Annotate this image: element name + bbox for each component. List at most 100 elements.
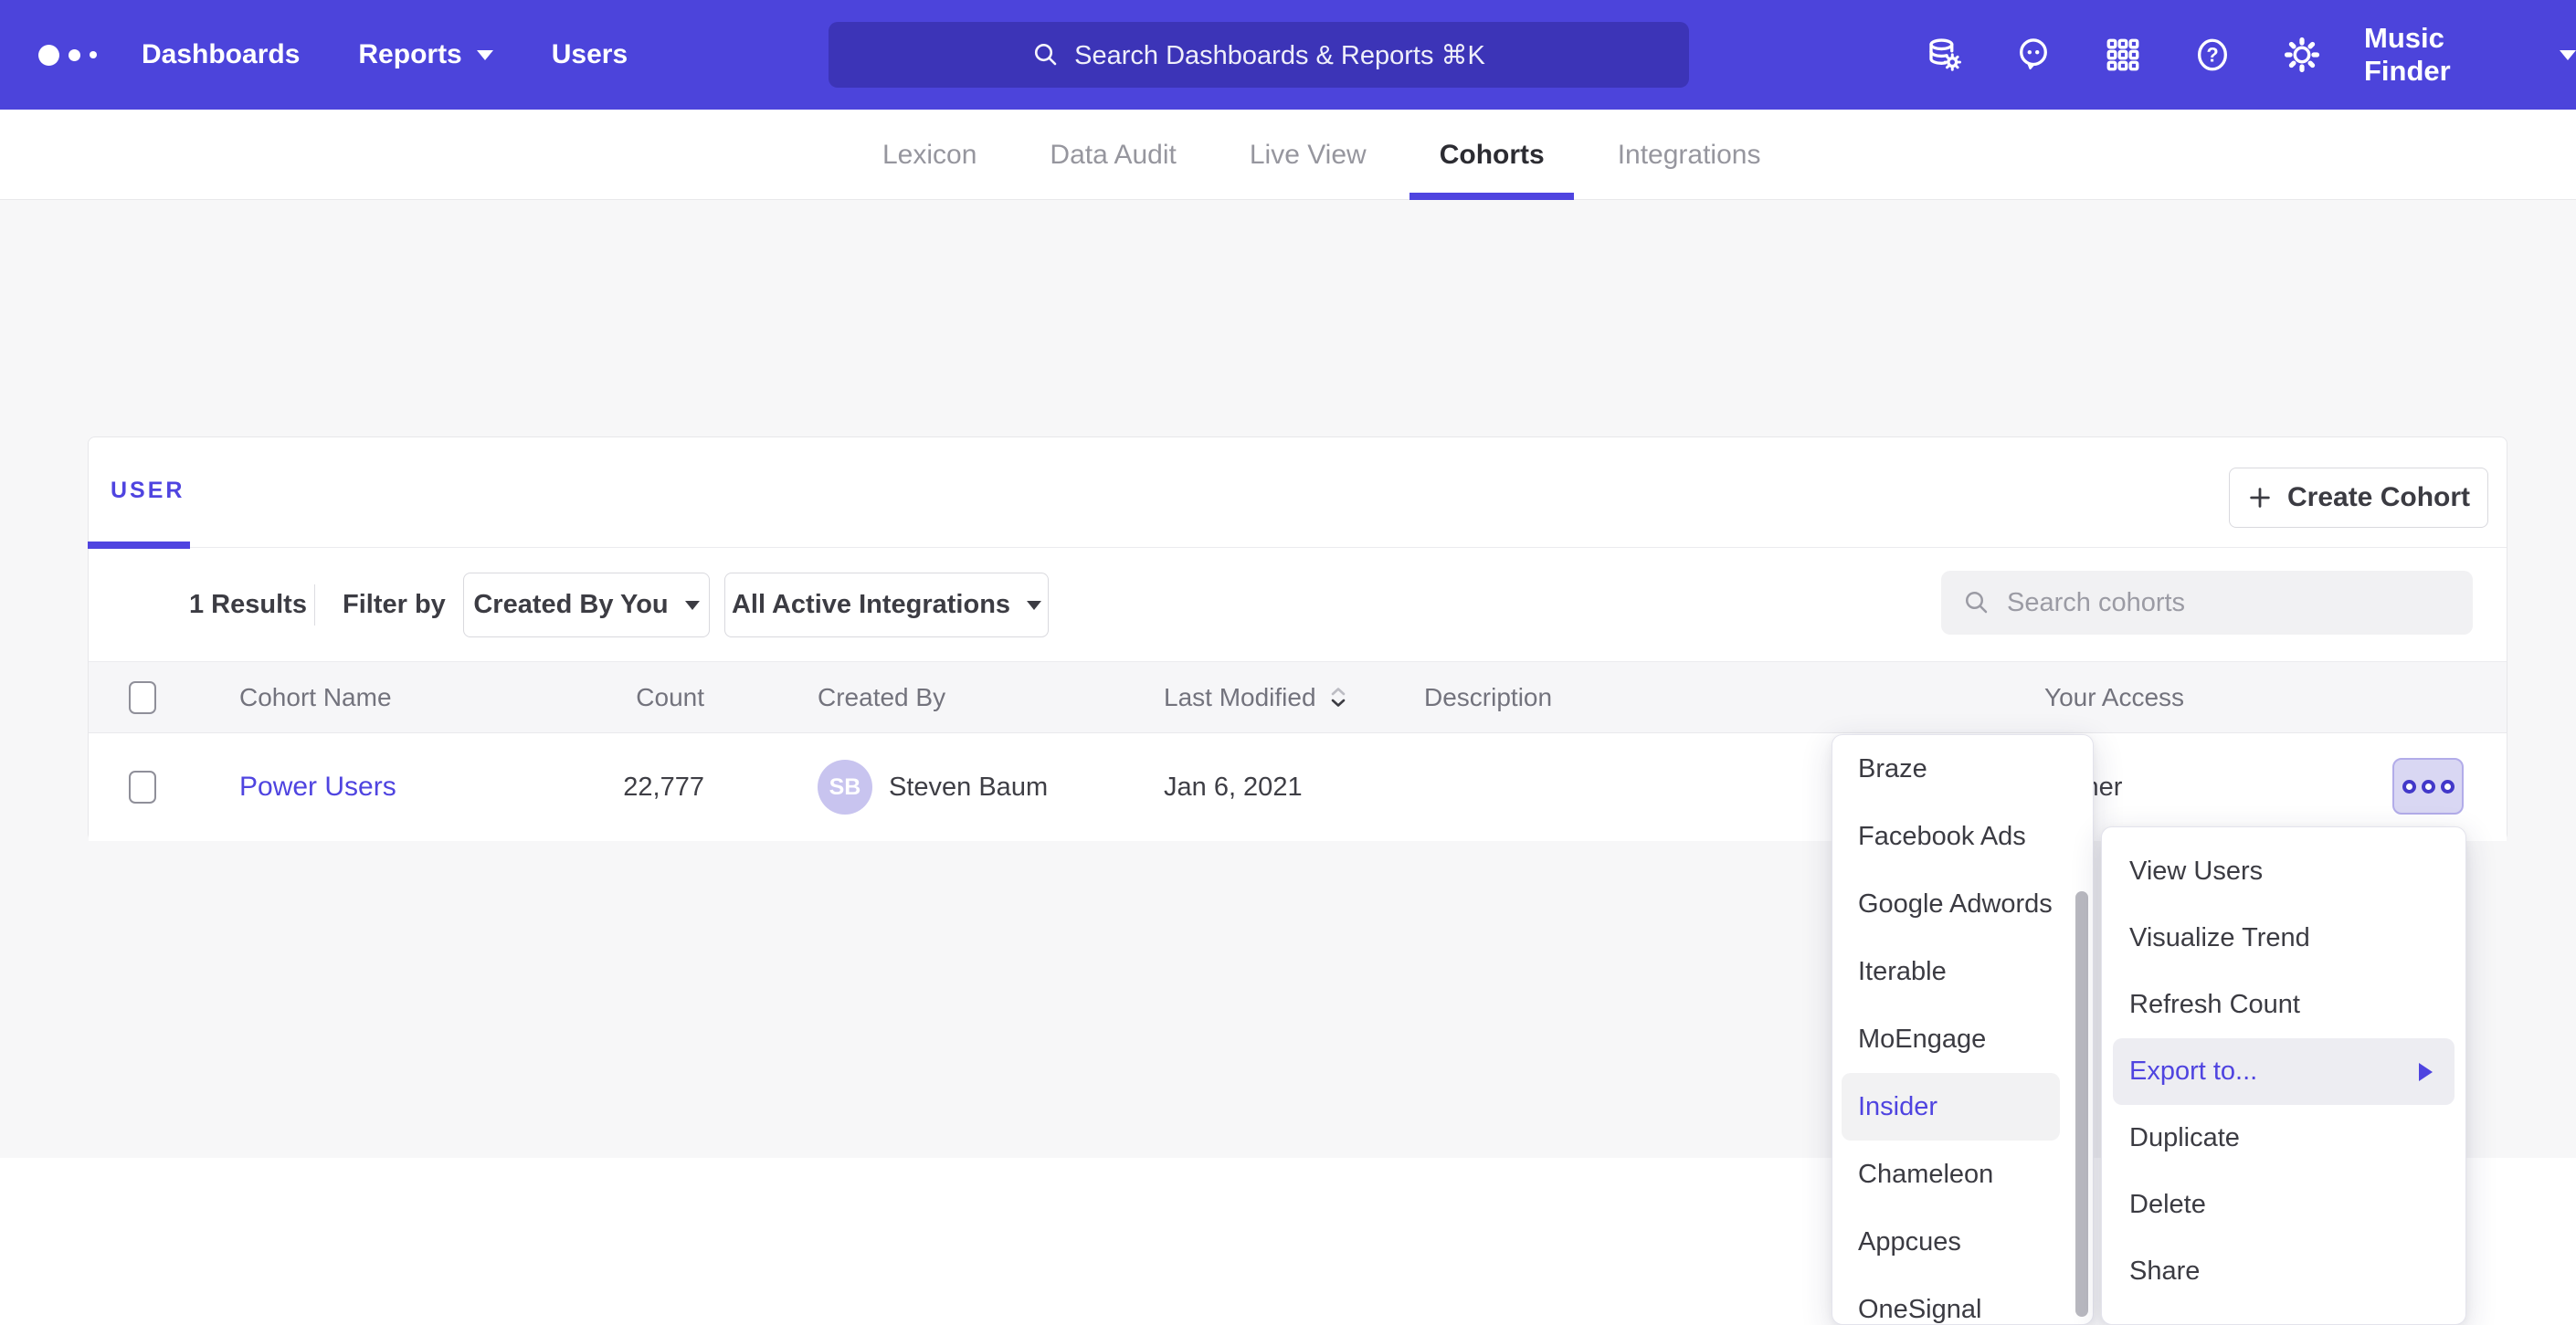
tab[interactable]: Integrations xyxy=(1618,110,1761,200)
row-checkbox[interactable] xyxy=(129,771,156,804)
nav-link-label: Reports xyxy=(358,39,461,70)
column-header-count: Count xyxy=(564,662,704,732)
tab-label: Integrations xyxy=(1618,140,1761,171)
menu-item-label: Braze xyxy=(1858,754,1927,784)
export-integrations-menu: Braze Facebook Ads Google Adwords Iterab… xyxy=(1832,734,2094,1325)
page-background: USER Create Cohort 1 Results Filter by C… xyxy=(0,200,2576,1158)
project-switcher[interactable]: Music Finder xyxy=(2364,0,2576,110)
last-modified-label: Last Modified xyxy=(1164,683,1316,712)
column-header-cohort-name: Cohort Name xyxy=(239,662,392,732)
cohort-name-link[interactable]: Power Users xyxy=(239,772,396,803)
logo-dot-medium xyxy=(69,49,80,61)
menu-item-label: MoEngage xyxy=(1858,1025,1986,1055)
chevron-down-icon xyxy=(1027,601,1041,610)
menu-item[interactable]: Facebook Ads xyxy=(1832,803,2093,870)
chevron-down-icon xyxy=(2560,50,2576,60)
create-cohort-label: Create Cohort xyxy=(2287,482,2470,513)
search-cohorts-input[interactable] xyxy=(2007,588,2409,618)
menu-item[interactable]: Visualize Trend xyxy=(2102,905,2465,972)
logo-dot-small xyxy=(90,51,97,58)
nav-link[interactable]: Users xyxy=(552,39,628,70)
filter-label: All Active Integrations xyxy=(732,590,1010,620)
cohort-type-tabs: USER Create Cohort xyxy=(89,437,2507,548)
global-search-bar[interactable]: Search Dashboards & Reports ⌘K xyxy=(829,22,1689,88)
feedback-icon[interactable] xyxy=(2014,36,2053,74)
created-by-name: Steven Baum xyxy=(889,773,1048,803)
menu-item-label: Export to... xyxy=(2129,1057,2257,1087)
more-dot xyxy=(2422,780,2435,794)
menu-item[interactable]: Share xyxy=(2102,1238,2465,1305)
mixpanel-logo[interactable] xyxy=(38,0,97,110)
column-header-last-modified[interactable]: Last Modified xyxy=(1164,662,1349,732)
data-management-icon[interactable] xyxy=(1925,36,1963,74)
apps-grid-icon[interactable] xyxy=(2104,36,2142,74)
menu-item-label: Duplicate xyxy=(2129,1123,2240,1153)
integrations-filter-dropdown[interactable]: All Active Integrations xyxy=(724,573,1049,637)
menu-item[interactable]: Appcues xyxy=(1832,1208,2093,1276)
tab[interactable]: Data Audit xyxy=(1050,110,1176,200)
menu-item-label: Chameleon xyxy=(1858,1160,1993,1190)
results-count: 1 Results xyxy=(189,548,307,661)
more-actions-button[interactable] xyxy=(2392,758,2464,815)
menu-item-label: OneSignal xyxy=(1858,1295,1981,1325)
tab[interactable]: Live View xyxy=(1250,110,1367,200)
last-modified-cell: Jan 6, 2021 xyxy=(1164,733,1303,841)
menu-item[interactable]: View Users xyxy=(2102,838,2465,905)
table-row: Power Users 22,777 SB Steven Baum Jan 6,… xyxy=(89,733,2507,841)
menu-item[interactable]: MoEngage xyxy=(1832,1005,2093,1073)
tab-label: Live View xyxy=(1250,140,1367,171)
more-dot xyxy=(2441,780,2455,794)
scrollbar-thumb[interactable] xyxy=(2075,891,2088,1317)
filter-label: Created By You xyxy=(473,590,668,620)
menu-item-label: Insider xyxy=(1858,1092,1937,1122)
cohorts-screen: Dashboards Reports Users Search Dashboar… xyxy=(0,0,2576,1158)
menu-item[interactable]: OneSignal xyxy=(1832,1276,2093,1325)
navbar-icon-group: ? xyxy=(1925,0,2321,110)
nav-link[interactable]: Dashboards xyxy=(142,39,300,70)
created-by-filter-dropdown[interactable]: Created By You xyxy=(463,573,710,637)
filter-row: 1 Results Filter by Created By You All A… xyxy=(89,548,2507,662)
menu-item[interactable]: Insider xyxy=(1842,1073,2060,1141)
menu-item[interactable]: Refresh Count xyxy=(2102,972,2465,1038)
nav-link-label: Users xyxy=(552,39,628,70)
menu-item-label: Facebook Ads xyxy=(1858,822,2026,852)
search-icon xyxy=(1032,41,1060,68)
menu-item[interactable]: Export to... xyxy=(2113,1038,2455,1105)
create-cohort-button[interactable]: Create Cohort xyxy=(2229,468,2488,528)
menu-item-label: Visualize Trend xyxy=(2129,923,2310,953)
cohort-count: 22,777 xyxy=(564,733,704,841)
menu-item[interactable]: Delete xyxy=(2102,1172,2465,1238)
tab[interactable]: Lexicon xyxy=(882,110,977,200)
tab-label: Cohorts xyxy=(1440,140,1545,171)
chevron-down-icon xyxy=(477,50,493,60)
cohort-actions-list: View Users Visualize Trend Refresh Count xyxy=(2102,838,2465,1305)
select-all-checkbox[interactable] xyxy=(129,681,156,714)
menu-item[interactable]: Chameleon xyxy=(1832,1141,2093,1208)
help-icon[interactable]: ? xyxy=(2193,36,2232,74)
more-dot xyxy=(2402,780,2416,794)
cohorts-card: USER Create Cohort 1 Results Filter by C… xyxy=(88,436,2507,841)
menu-item-label: Iterable xyxy=(1858,957,1947,987)
menu-item-label: View Users xyxy=(2129,857,2263,887)
primary-nav: Dashboards Reports Users xyxy=(142,0,628,110)
top-navbar: Dashboards Reports Users Search Dashboar… xyxy=(0,0,2576,110)
column-header-created-by: Created By xyxy=(818,662,945,732)
tab-user[interactable]: USER xyxy=(111,478,185,504)
menu-item-label: Google Adwords xyxy=(1858,889,2053,920)
menu-item[interactable]: Google Adwords xyxy=(1832,870,2093,938)
cohort-actions-menu: View Users Visualize Trend Refresh Count xyxy=(2101,826,2466,1325)
menu-item[interactable]: Iterable xyxy=(1832,938,2093,1005)
logo-dot-large xyxy=(38,45,59,66)
settings-gear-icon[interactable] xyxy=(2283,36,2321,74)
menu-item-label: Refresh Count xyxy=(2129,990,2300,1020)
tab-label: Data Audit xyxy=(1050,140,1176,171)
table-header: Cohort Name Count Created By Last Modifi… xyxy=(89,662,2507,733)
plus-icon xyxy=(2247,485,2273,510)
tab[interactable]: Cohorts xyxy=(1440,110,1545,200)
tab-label: Lexicon xyxy=(882,140,977,171)
menu-item[interactable]: Braze xyxy=(1832,735,2093,803)
nav-link[interactable]: Reports xyxy=(358,39,492,70)
svg-text:?: ? xyxy=(2206,44,2218,67)
search-cohorts-box xyxy=(1941,571,2473,635)
menu-item[interactable]: Duplicate xyxy=(2102,1105,2465,1172)
